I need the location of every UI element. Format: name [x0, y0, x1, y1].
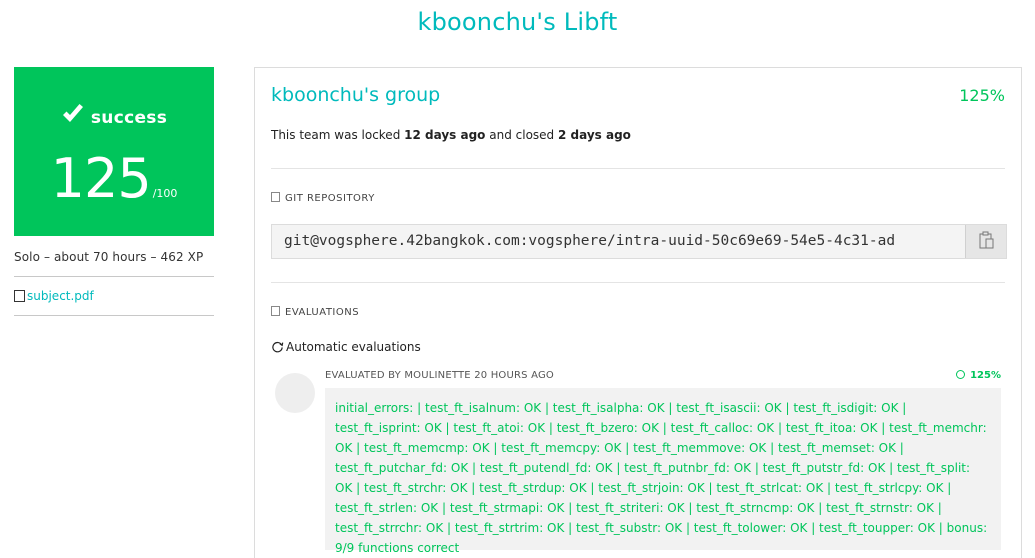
project-meta: Solo – about 70 hours – 462 XP: [14, 250, 214, 277]
repository-url[interactable]: git@vogsphere.42bangkok.com:vogsphere/in…: [284, 233, 964, 249]
lock-prefix: This team was locked: [271, 128, 401, 142]
page-title: kboonchu's Libft: [417, 8, 618, 36]
team-panel: kboonchu's group 125% This team was lock…: [254, 67, 1022, 558]
automatic-evaluations-text: Automatic evaluations: [286, 340, 421, 354]
clipboard-icon: [979, 231, 994, 249]
checklist-icon: [271, 306, 280, 316]
evaluated-by: EVALUATED BY MOULINETTE 20 HOURS AGO: [325, 370, 554, 381]
repository-label-text: GIT REPOSITORY: [285, 193, 375, 204]
score-max: /100: [152, 187, 178, 200]
evaluations-section-label: EVALUATIONS: [271, 306, 359, 318]
automatic-evaluations-heading: Automatic evaluations: [271, 340, 421, 354]
score-display: 125/100: [14, 147, 214, 210]
avatar: [275, 373, 315, 413]
locked-ago: 12 days ago: [404, 128, 486, 142]
final-mark-box: success 125/100: [14, 67, 214, 236]
divider: [271, 168, 1005, 169]
lock-info: This team was locked 12 days ago and clo…: [271, 128, 631, 142]
evaluation-feedback: initial_errors: | test_ft_isalnum: OK | …: [325, 388, 1001, 555]
project-page: kboonchu's Libft success 125/100 Solo – …: [0, 0, 1035, 558]
lock-middle: and closed: [489, 128, 555, 142]
copy-repository-button[interactable]: [965, 225, 1006, 258]
closed-ago: 2 days ago: [558, 128, 631, 142]
checkmark-icon: [62, 104, 83, 122]
status-text: success: [90, 108, 168, 128]
repository-section-label: GIT REPOSITORY: [271, 192, 375, 204]
score-value: 125: [50, 147, 152, 210]
divider: [271, 282, 1005, 283]
evaluation-score-text: 125%: [970, 370, 1001, 381]
attachment-row: subject.pdf: [14, 277, 214, 316]
status-label: success: [14, 102, 214, 128]
team-final-mark: 125%: [959, 86, 1005, 105]
evaluation-score: 125%: [956, 370, 1001, 381]
repository-field[interactable]: git@vogsphere.42bangkok.com:vogsphere/in…: [271, 224, 1007, 259]
file-icon: [271, 192, 280, 202]
team-name-link[interactable]: kboonchu's group: [271, 84, 440, 106]
project-summary: success 125/100 Solo – about 70 hours – …: [14, 67, 214, 316]
refresh-icon: [272, 341, 284, 353]
document-icon: [14, 290, 25, 302]
check-circle-icon: [956, 370, 966, 379]
subject-pdf-link[interactable]: subject.pdf: [27, 289, 94, 303]
evaluations-label-text: EVALUATIONS: [285, 307, 360, 318]
